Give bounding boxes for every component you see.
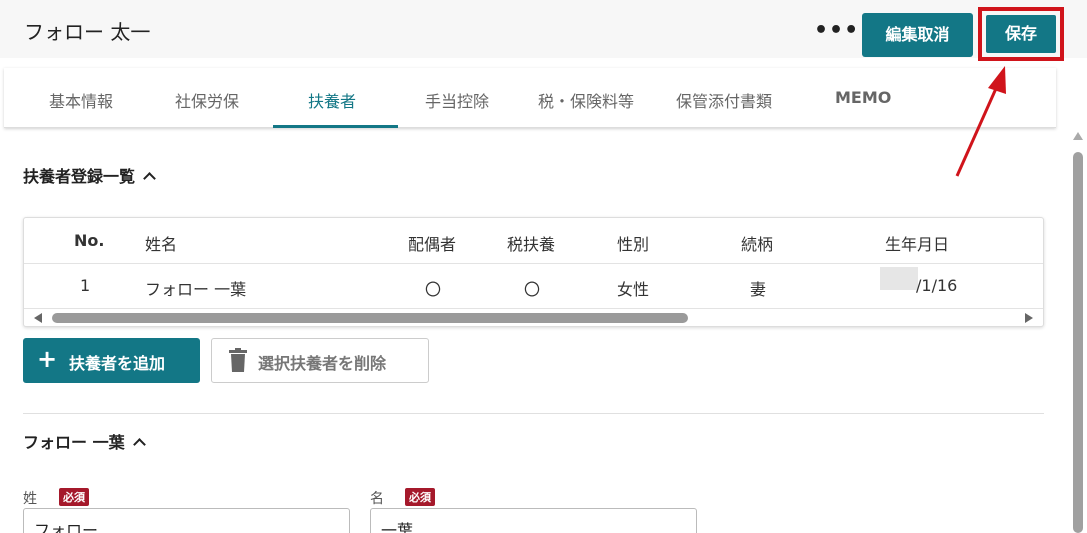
column-header-birthdate: 生年月日 xyxy=(885,235,950,254)
more-options-button[interactable]: ••• xyxy=(814,20,858,46)
delete-dependent-label: 選択扶養者を削除 xyxy=(258,354,387,373)
dependents-list-header[interactable]: 扶養者登録一覧 xyxy=(23,163,156,187)
cell-relation: 妻 xyxy=(750,280,767,299)
last-name-field[interactable]: フォロー xyxy=(23,508,350,533)
add-dependent-label: 扶養者を追加 xyxy=(69,354,166,373)
scroll-right-arrow-icon[interactable] xyxy=(1025,313,1033,323)
column-header-relation: 続柄 xyxy=(741,235,774,254)
scrollbar-thumb[interactable] xyxy=(1073,152,1083,533)
tab-allowances[interactable]: 手当控除 xyxy=(425,88,489,112)
scroll-left-arrow-icon[interactable] xyxy=(34,313,42,323)
tab-social-insurance[interactable]: 社保労保 xyxy=(175,88,239,112)
column-header-no: No. xyxy=(74,231,105,250)
first-name-field[interactable]: 一葉 xyxy=(370,508,697,533)
page-header: フォロー 太一 ••• 編集取消 保存 xyxy=(0,0,1087,61)
cell-name: フォロー 一葉 xyxy=(145,280,247,299)
tab-basic-info[interactable]: 基本情報 xyxy=(49,88,113,112)
save-button[interactable]: 保存 xyxy=(986,15,1056,53)
section-divider xyxy=(23,413,1044,414)
horizontal-scrollbar-thumb[interactable] xyxy=(52,313,688,323)
dependents-table: No. 姓名 配偶者 税扶養 性別 続柄 生年月日 1 フォロー 一葉 〇 〇 … xyxy=(23,217,1044,327)
tab-tax-insurance[interactable]: 税・保険料等 xyxy=(538,88,634,112)
row-divider xyxy=(24,308,1043,309)
required-badge: 必須 xyxy=(405,488,435,506)
scroll-up-arrow-icon[interactable] xyxy=(1073,132,1083,140)
tab-dependents[interactable]: 扶養者 xyxy=(308,88,356,112)
section-title: 扶養者登録一覧 xyxy=(23,167,136,186)
add-dependent-button[interactable]: + 扶養者を追加 xyxy=(23,338,200,383)
column-header-tax-dependent: 税扶養 xyxy=(507,235,556,254)
detail-title: フォロー 一葉 xyxy=(23,433,125,452)
plus-icon: + xyxy=(37,345,58,373)
required-badge: 必須 xyxy=(59,488,89,506)
cell-spouse: 〇 xyxy=(425,280,442,299)
chevron-up-icon xyxy=(143,172,156,185)
first-name-label: 名 xyxy=(370,491,384,507)
cell-tax-dependent: 〇 xyxy=(524,280,541,299)
delete-selected-dependent-button[interactable]: 選択扶養者を削除 xyxy=(211,338,429,383)
chevron-up-icon xyxy=(132,438,146,451)
dependent-detail-header[interactable]: フォロー 一葉 xyxy=(23,429,146,453)
cell-gender: 女性 xyxy=(617,280,650,299)
cell-birthdate: /1/16 xyxy=(916,276,958,295)
page-scrollbar[interactable] xyxy=(1072,132,1083,533)
column-header-name: 姓名 xyxy=(145,235,178,254)
column-header-gender: 性別 xyxy=(617,235,650,254)
active-tab-indicator xyxy=(273,125,398,128)
employee-name-title: フォロー 太一 xyxy=(24,20,151,44)
cancel-edit-button[interactable]: 編集取消 xyxy=(862,13,973,57)
column-header-spouse: 配偶者 xyxy=(408,235,457,254)
tab-attached-documents[interactable]: 保管添付書類 xyxy=(676,88,772,112)
tab-bar: 基本情報 社保労保 扶養者 手当控除 税・保険料等 保管添付書類 MEMO xyxy=(4,68,1056,128)
trash-icon xyxy=(229,348,247,372)
save-button-highlight: 保存 xyxy=(978,7,1064,61)
cell-no: 1 xyxy=(80,276,91,295)
last-name-label: 姓 xyxy=(23,491,37,507)
tab-memo[interactable]: MEMO xyxy=(835,88,891,107)
redacted-block xyxy=(880,267,918,290)
header-divider xyxy=(24,263,1043,264)
